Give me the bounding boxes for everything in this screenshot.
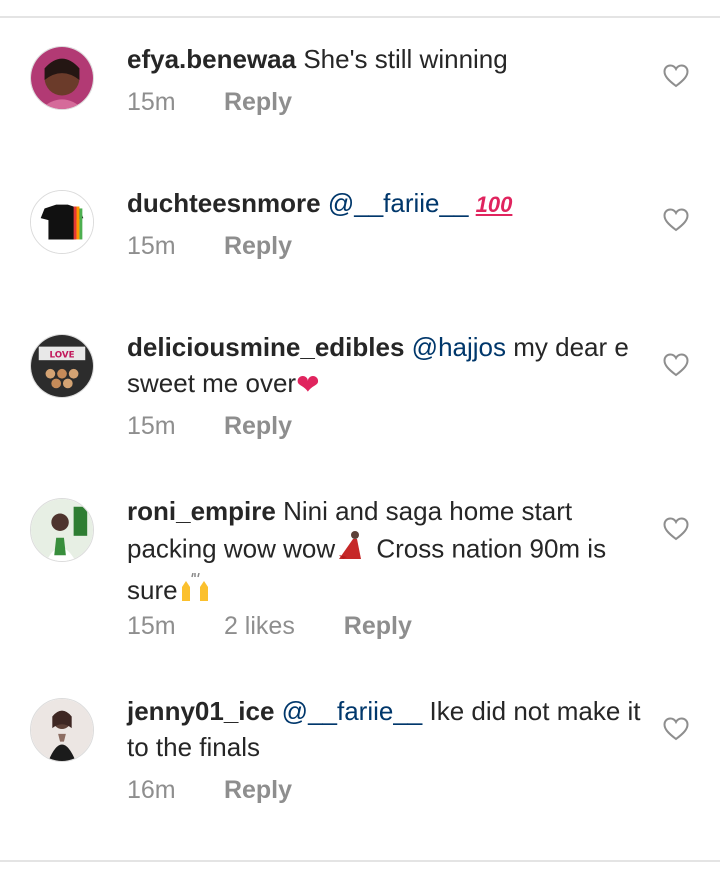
avatar[interactable]: LOVE — [30, 334, 94, 398]
raised-hands-emoji — [178, 572, 212, 612]
heart-outline-icon[interactable] — [663, 64, 689, 88]
comment-meta: 16m Reply — [127, 776, 292, 805]
reply-button[interactable]: Reply — [224, 776, 292, 805]
100-emoji: 100 — [475, 192, 513, 218]
heart-outline-icon[interactable] — [663, 517, 689, 541]
bottom-divider — [0, 860, 720, 862]
avatar[interactable] — [30, 698, 94, 762]
comment-meta: 15m Reply — [127, 232, 292, 261]
comment-time: 15m — [127, 88, 176, 116]
comment-meta: 15m Reply — [127, 88, 292, 117]
comment-time: 15m — [127, 412, 176, 440]
comment-mention[interactable]: @__fariie__ — [282, 696, 423, 726]
comment-meta: 15m 2 likes Reply — [127, 612, 412, 641]
heart-outline-icon[interactable] — [663, 717, 689, 741]
reply-button[interactable]: Reply — [224, 88, 292, 117]
dancer-emoji — [335, 529, 369, 572]
comment-username[interactable]: efya.benewaa — [127, 44, 296, 74]
likes-count[interactable]: 2 likes — [224, 612, 295, 641]
comment-username[interactable]: jenny01_ice — [127, 696, 274, 726]
comment-time: 16m — [127, 776, 176, 804]
avatar[interactable] — [30, 498, 94, 562]
top-divider — [0, 16, 720, 18]
comment-body: She's still winning — [303, 44, 508, 74]
comment-text: efya.benewaa She's still winning — [127, 41, 647, 77]
comment-text: duchteesnmore @__fariie__ 100 — [127, 185, 647, 223]
reply-button[interactable]: Reply — [344, 612, 412, 641]
comment-text: deliciousmine_edibles @hajjos my dear e … — [127, 329, 647, 403]
comment-text: roni_empire Nini and saga home start pac… — [127, 493, 647, 612]
svg-text:LOVE: LOVE — [49, 350, 74, 360]
comment-text: jenny01_ice @__fariie__ Ike did not make… — [127, 693, 647, 765]
comment-time: 15m — [127, 232, 176, 260]
avatar[interactable] — [30, 190, 94, 254]
comment-username[interactable]: roni_empire — [127, 496, 276, 526]
comment-mention[interactable]: @__fariie__ — [328, 188, 469, 218]
heart-outline-icon[interactable] — [663, 208, 689, 232]
comment-time: 15m — [127, 612, 176, 640]
reply-button[interactable]: Reply — [224, 232, 292, 261]
red-heart-emoji: ❤ — [296, 369, 320, 401]
comment-username[interactable]: deliciousmine_edibles — [127, 332, 404, 362]
reply-button[interactable]: Reply — [224, 412, 292, 441]
avatar[interactable] — [30, 46, 94, 110]
comment-username[interactable]: duchteesnmore — [127, 188, 321, 218]
comment-mention[interactable]: @hajjos — [412, 332, 506, 362]
comment-meta: 15m Reply — [127, 412, 292, 441]
heart-outline-icon[interactable] — [663, 353, 689, 377]
